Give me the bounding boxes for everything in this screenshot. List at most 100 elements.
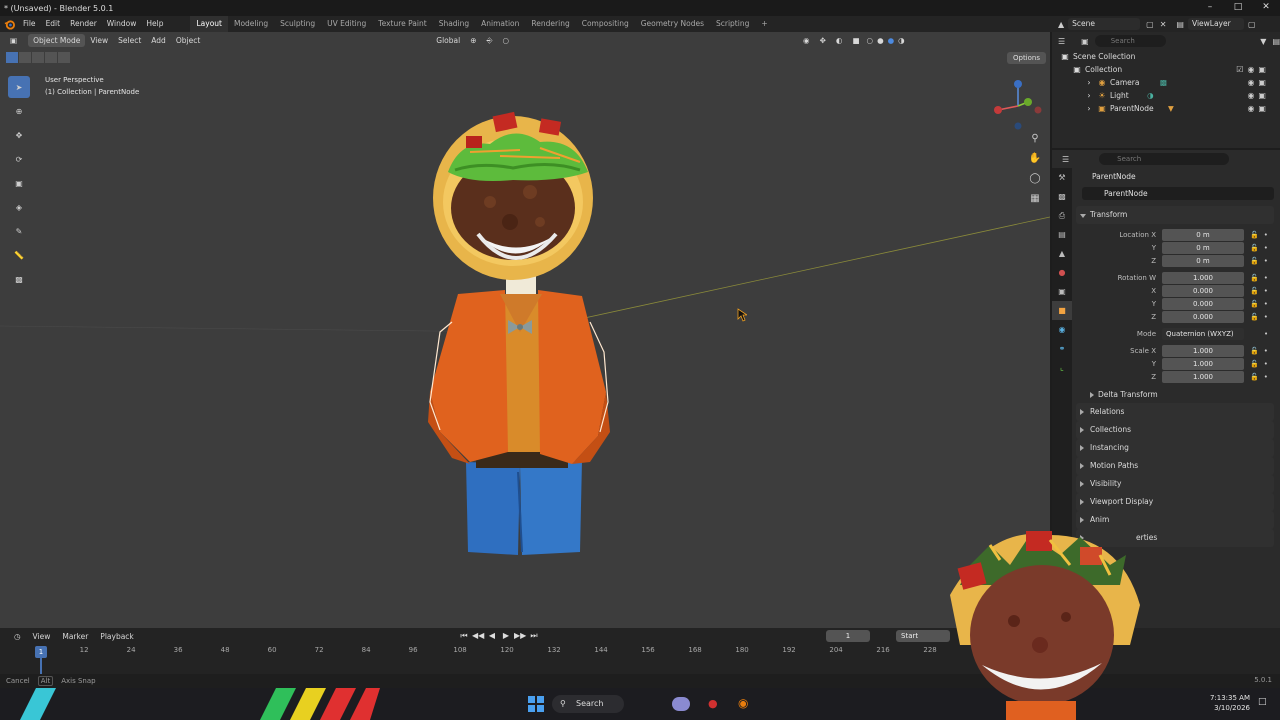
select-box-icon[interactable]: ➤ [8,76,30,98]
windows-start-icon[interactable] [528,696,544,712]
tab-modeling[interactable]: Modeling [228,16,274,32]
location-y-field[interactable]: 0 m [1162,241,1244,254]
data-tab-icon[interactable]: ⌞ [1052,358,1072,377]
prev-keyframe-icon[interactable]: ◀◀ [472,630,484,642]
world-tab-icon[interactable]: ● [1052,263,1072,282]
system-clock[interactable]: 7:13:35 AM 3/10/2026 [1196,693,1250,713]
lock-icon[interactable]: 🔓 [1250,300,1259,308]
new-view-layer-icon[interactable]: ▢ [1248,20,1256,29]
annotate-tool-icon[interactable]: ✎ [8,220,30,242]
keyframe-dot-icon[interactable]: • [1264,300,1268,308]
jump-end-icon[interactable]: ⏭ [528,630,540,642]
blender-logo-icon[interactable] [0,16,18,32]
menu-file[interactable]: File [18,16,41,32]
add-workspace-icon[interactable]: + [755,16,773,32]
panel-collections[interactable]: Collections [1076,421,1274,439]
minimize-button[interactable]: – [1196,0,1224,16]
properties-search-input[interactable]: Search [1099,153,1230,165]
new-scene-icon[interactable]: ▢ [1146,20,1154,29]
tab-animation[interactable]: Animation [475,16,525,32]
menu-help[interactable]: Help [141,16,168,32]
chevron-right-icon[interactable]: › [1084,102,1094,115]
gizmo-toggle-icon[interactable]: ✥ [815,34,831,47]
scale-x-field[interactable]: 1.000 [1162,344,1244,357]
tab-texture-paint[interactable]: Texture Paint [372,16,432,32]
keyframe-dot-icon[interactable]: • [1264,274,1268,282]
lock-icon[interactable]: 🔓 [1250,244,1259,252]
keyframe-dot-icon[interactable]: • [1264,373,1268,381]
keyframe-dot-icon[interactable]: • [1264,257,1268,265]
object-tab-icon[interactable]: ■ [1052,301,1072,320]
light-visibility-icons[interactable]: ◉▣ [1247,89,1270,102]
outliner-row-scene-collection[interactable]: ▣ Scene Collection [1052,50,1280,63]
3d-viewport[interactable]: ▣ Object Mode View Select Add Object Glo… [0,32,1050,628]
timeline-menu-view[interactable]: View [27,632,57,641]
panel-instancing[interactable]: Instancing [1076,439,1274,457]
shading-material-icon[interactable]: ● [886,34,897,47]
play-reverse-icon[interactable]: ◀ [486,630,498,642]
outliner-row-collection[interactable]: ▣ Collection ☑◉▣ [1052,63,1280,76]
filter-icon[interactable]: ▼ [1260,37,1266,46]
current-frame-field[interactable]: 1 [826,630,870,642]
move-tool-icon[interactable]: ✥ [8,124,30,146]
keyframe-dot-icon[interactable]: • [1264,244,1268,252]
snap-icon[interactable]: ⎆ [482,34,498,47]
collection-tab-icon[interactable]: ▣ [1052,282,1072,301]
lock-icon[interactable]: 🔓 [1250,313,1259,321]
jump-start-icon[interactable]: ⏮ [458,630,470,642]
transform-tool-icon[interactable]: ◈ [8,196,30,218]
tab-geometry-nodes[interactable]: Geometry Nodes [635,16,710,32]
panel-viewport-display[interactable]: Viewport Display [1076,493,1274,511]
panel-motion-paths[interactable]: Motion Paths [1076,457,1274,475]
select-invert-icon[interactable] [45,52,57,63]
lock-icon[interactable]: 🔓 [1250,360,1259,368]
rotation-y-field[interactable]: 0.000 [1162,297,1244,310]
rotate-tool-icon[interactable]: ⟳ [8,148,30,170]
viewport-menu-object[interactable]: Object [171,34,205,47]
view-layer-tab-icon[interactable]: ▤ [1052,225,1072,244]
pan-hand-icon[interactable]: ✋ [1026,148,1044,168]
timeline-menu-playback[interactable]: Playback [94,632,139,641]
select-intersect-icon[interactable] [58,52,70,63]
viewport-menu-select[interactable]: Select [113,34,146,47]
collection-visibility-icons[interactable]: ☑◉▣ [1236,63,1270,76]
scene-tab-icon[interactable]: ▲ [1052,244,1072,263]
outliner-row-light[interactable]: › ☀ Light ◑ ◉▣ [1052,89,1280,102]
tab-compositing[interactable]: Compositing [576,16,635,32]
outliner-search-input[interactable]: Search [1094,35,1167,47]
overlay-toggle-icon[interactable]: ◐ [831,34,848,47]
menu-render[interactable]: Render [65,16,102,32]
chevron-right-icon[interactable]: › [1084,76,1094,89]
delta-transform-subpanel[interactable]: Delta Transform [1076,387,1274,403]
tab-scripting[interactable]: Scripting [710,16,755,32]
keyframe-dot-icon[interactable]: • [1264,287,1268,295]
playhead[interactable]: 1 [35,646,47,658]
measure-tool-icon[interactable]: 📏 [8,244,30,266]
object-name-field[interactable]: ParentNode [1082,187,1274,200]
next-keyframe-icon[interactable]: ▶▶ [514,630,526,642]
panel-relations[interactable]: Relations [1076,403,1274,421]
tab-shading[interactable]: Shading [433,16,475,32]
timeline-editor-icon[interactable]: ◷ [8,632,27,641]
new-collection-icon[interactable]: ▤ [1272,37,1280,46]
navigation-gizmo[interactable] [982,72,1048,132]
camera-view-icon[interactable]: ◯ [1026,168,1044,188]
visibility-icon[interactable]: ◉ [798,34,815,47]
pivot-icon[interactable]: ⊕ [465,34,481,47]
add-cube-tool-icon[interactable]: ▩ [8,268,30,290]
tab-sculpting[interactable]: Sculpting [274,16,321,32]
transform-panel-header[interactable]: Transform [1076,206,1274,224]
properties-editor-icon[interactable]: ☰ [1062,155,1069,164]
shading-rendered-icon[interactable]: ◑ [896,34,907,47]
keyframe-dot-icon[interactable]: • [1264,330,1268,338]
object-mode-dropdown[interactable]: Object Mode [28,34,86,47]
select-subtract-icon[interactable] [32,52,44,63]
scale-tool-icon[interactable]: ▣ [8,172,30,194]
keyframe-dot-icon[interactable]: • [1264,347,1268,355]
transform-orientation-dropdown[interactable]: Global [431,34,465,47]
outliner-row-parentnode[interactable]: › ▣ ParentNode ▼ ◉▣ [1052,102,1280,115]
viewport-menu-add[interactable]: Add [146,34,171,47]
taskbar-search[interactable]: ⚲ Search [552,695,624,713]
app-icon-obs[interactable] [672,697,690,711]
location-x-field[interactable]: 0 m [1162,228,1244,241]
